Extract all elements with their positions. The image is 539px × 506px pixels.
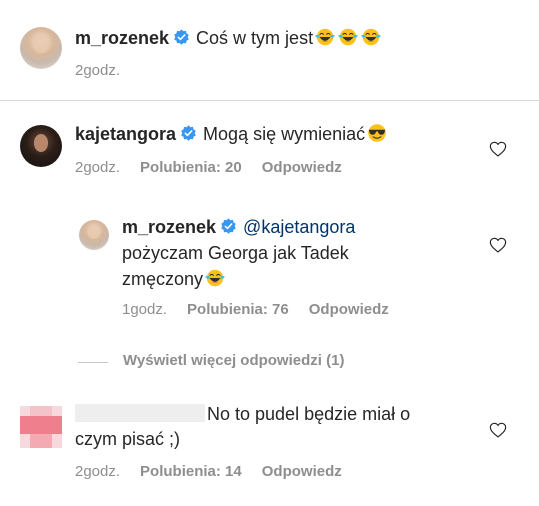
- blurred-username: [75, 404, 205, 422]
- likes-count[interactable]: Polubienia: 14: [140, 463, 242, 480]
- likes-count[interactable]: Polubienia: 20: [140, 159, 242, 176]
- reply-time[interactable]: 1godz.: [122, 301, 167, 318]
- verified-badge-icon: [180, 125, 197, 142]
- reply-text-line: pożyczam Georga jak Tadek: [122, 242, 349, 264]
- comment-text: Coś w tym jest: [196, 28, 314, 48]
- comment-username[interactable]: kajetangora: [75, 124, 176, 144]
- likes-count[interactable]: Polubienia: 76: [187, 301, 289, 318]
- reply-text-line: zmęczony: [122, 267, 226, 290]
- comment-text: Mogą się wymieniać: [203, 124, 366, 144]
- divider: [0, 100, 539, 101]
- view-more-replies-line: [78, 362, 108, 363]
- smiling-face-with-sunglasses-icon: [366, 122, 388, 144]
- reply-button[interactable]: Odpowiedz: [309, 301, 389, 318]
- face-with-tears-of-joy-icon: [314, 26, 336, 48]
- comment-body: m_rozenek Coś w tym jest: [75, 26, 382, 49]
- comment-username[interactable]: m_rozenek: [75, 28, 169, 48]
- reply-button[interactable]: Odpowiedz: [262, 463, 342, 480]
- comment-meta: 2godz.: [75, 62, 120, 79]
- avatar[interactable]: [20, 406, 62, 448]
- comment-time[interactable]: 2godz.: [75, 463, 120, 480]
- verified-badge-icon: [220, 218, 237, 235]
- mention-link[interactable]: @kajetangora: [243, 217, 355, 237]
- comment-text: czym pisać ;): [75, 429, 181, 449]
- face-with-tears-of-joy-icon: [204, 267, 226, 289]
- comment-meta: 2godz. Polubienia: 20 Odpowiedz: [75, 159, 342, 176]
- reply-button[interactable]: Odpowiedz: [262, 159, 342, 176]
- avatar[interactable]: [20, 125, 62, 167]
- reply-meta: 1godz. Polubienia: 76 Odpowiedz: [122, 301, 389, 318]
- reply-text: pożyczam Georga jak Tadek: [122, 243, 349, 263]
- comment-time[interactable]: 2godz.: [75, 159, 120, 176]
- like-heart-icon[interactable]: [489, 422, 507, 438]
- comment-body: kajetangora Mogą się wymieniać: [75, 122, 388, 145]
- comment-meta: 2godz. Polubienia: 14 Odpowiedz: [75, 463, 342, 480]
- face-with-tears-of-joy-icon: [337, 26, 359, 48]
- view-more-replies-button[interactable]: Wyświetl więcej odpowiedzi (1): [123, 352, 344, 369]
- avatar[interactable]: [20, 27, 62, 69]
- comment-text: No to pudel będzie miał o: [207, 404, 411, 424]
- comment-text-line: No to pudel będzie miał o: [207, 403, 410, 425]
- like-heart-icon[interactable]: [489, 141, 507, 157]
- face-with-tears-of-joy-icon: [360, 26, 382, 48]
- avatar[interactable]: [79, 220, 109, 250]
- reply-text: zmęczony: [122, 269, 204, 289]
- reply-body: m_rozenek @kajetangora: [122, 216, 355, 238]
- comment-text-line: czym pisać ;): [75, 428, 180, 450]
- like-heart-icon[interactable]: [489, 237, 507, 253]
- comment-time[interactable]: 2godz.: [75, 62, 120, 79]
- reply-username[interactable]: m_rozenek: [122, 217, 216, 237]
- verified-badge-icon: [173, 29, 190, 46]
